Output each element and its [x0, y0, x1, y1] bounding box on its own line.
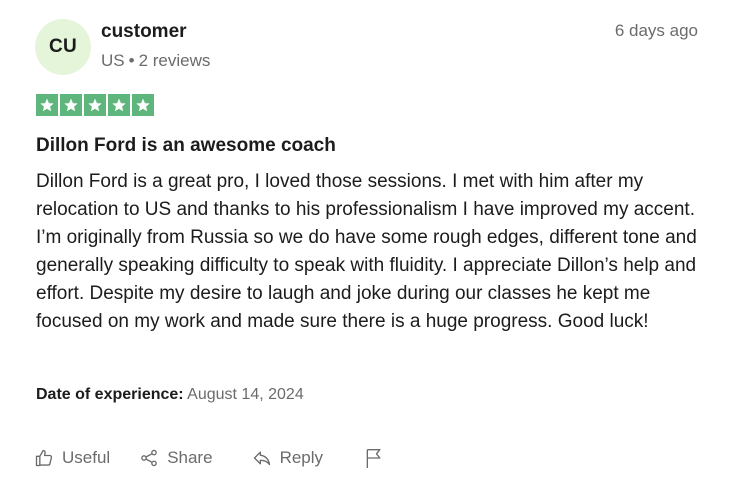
- reply-label: Reply: [279, 448, 324, 467]
- review-actions: Useful Share Reply: [34, 447, 384, 469]
- reviewer-review-count: 2 reviews: [138, 51, 211, 70]
- share-button[interactable]: Share: [139, 448, 213, 468]
- share-label: Share: [167, 448, 213, 467]
- experience-date: August 14, 2024: [187, 386, 304, 403]
- star-icon: [132, 94, 154, 116]
- review-body: Dillon Ford is a great pro, I loved thos…: [36, 171, 697, 332]
- share-icon: [139, 448, 159, 468]
- reply-button[interactable]: Reply: [252, 448, 323, 468]
- report-flag-button[interactable]: [364, 447, 384, 469]
- reply-icon: [252, 448, 272, 468]
- avatar[interactable]: CU: [35, 19, 91, 75]
- reviewer-name[interactable]: customer: [101, 21, 187, 43]
- date-of-experience: Date of experience: August 14, 2024: [36, 386, 304, 404]
- review-card: CU customer US • 2 reviews 6 days ago Dill…: [0, 0, 735, 492]
- avatar-initials: CU: [48, 36, 78, 57]
- star-icon: [108, 94, 130, 116]
- star-icon: [60, 94, 82, 116]
- experience-label: Date of experience:: [36, 386, 184, 403]
- reviewer-meta: US • 2 reviews: [101, 51, 210, 71]
- star-rating: [36, 94, 154, 116]
- review-title[interactable]: Dillon Ford is an awesome coach: [36, 135, 336, 157]
- flag-icon: [364, 447, 384, 469]
- star-icon: [36, 94, 58, 116]
- star-icon: [84, 94, 106, 116]
- meta-separator: •: [128, 51, 135, 70]
- thumbs-up-icon: [34, 448, 54, 468]
- reviewer-country: US: [101, 51, 125, 70]
- posted-date: 6 days ago: [614, 21, 698, 40]
- useful-button[interactable]: Useful: [34, 448, 110, 468]
- useful-label: Useful: [62, 448, 111, 467]
